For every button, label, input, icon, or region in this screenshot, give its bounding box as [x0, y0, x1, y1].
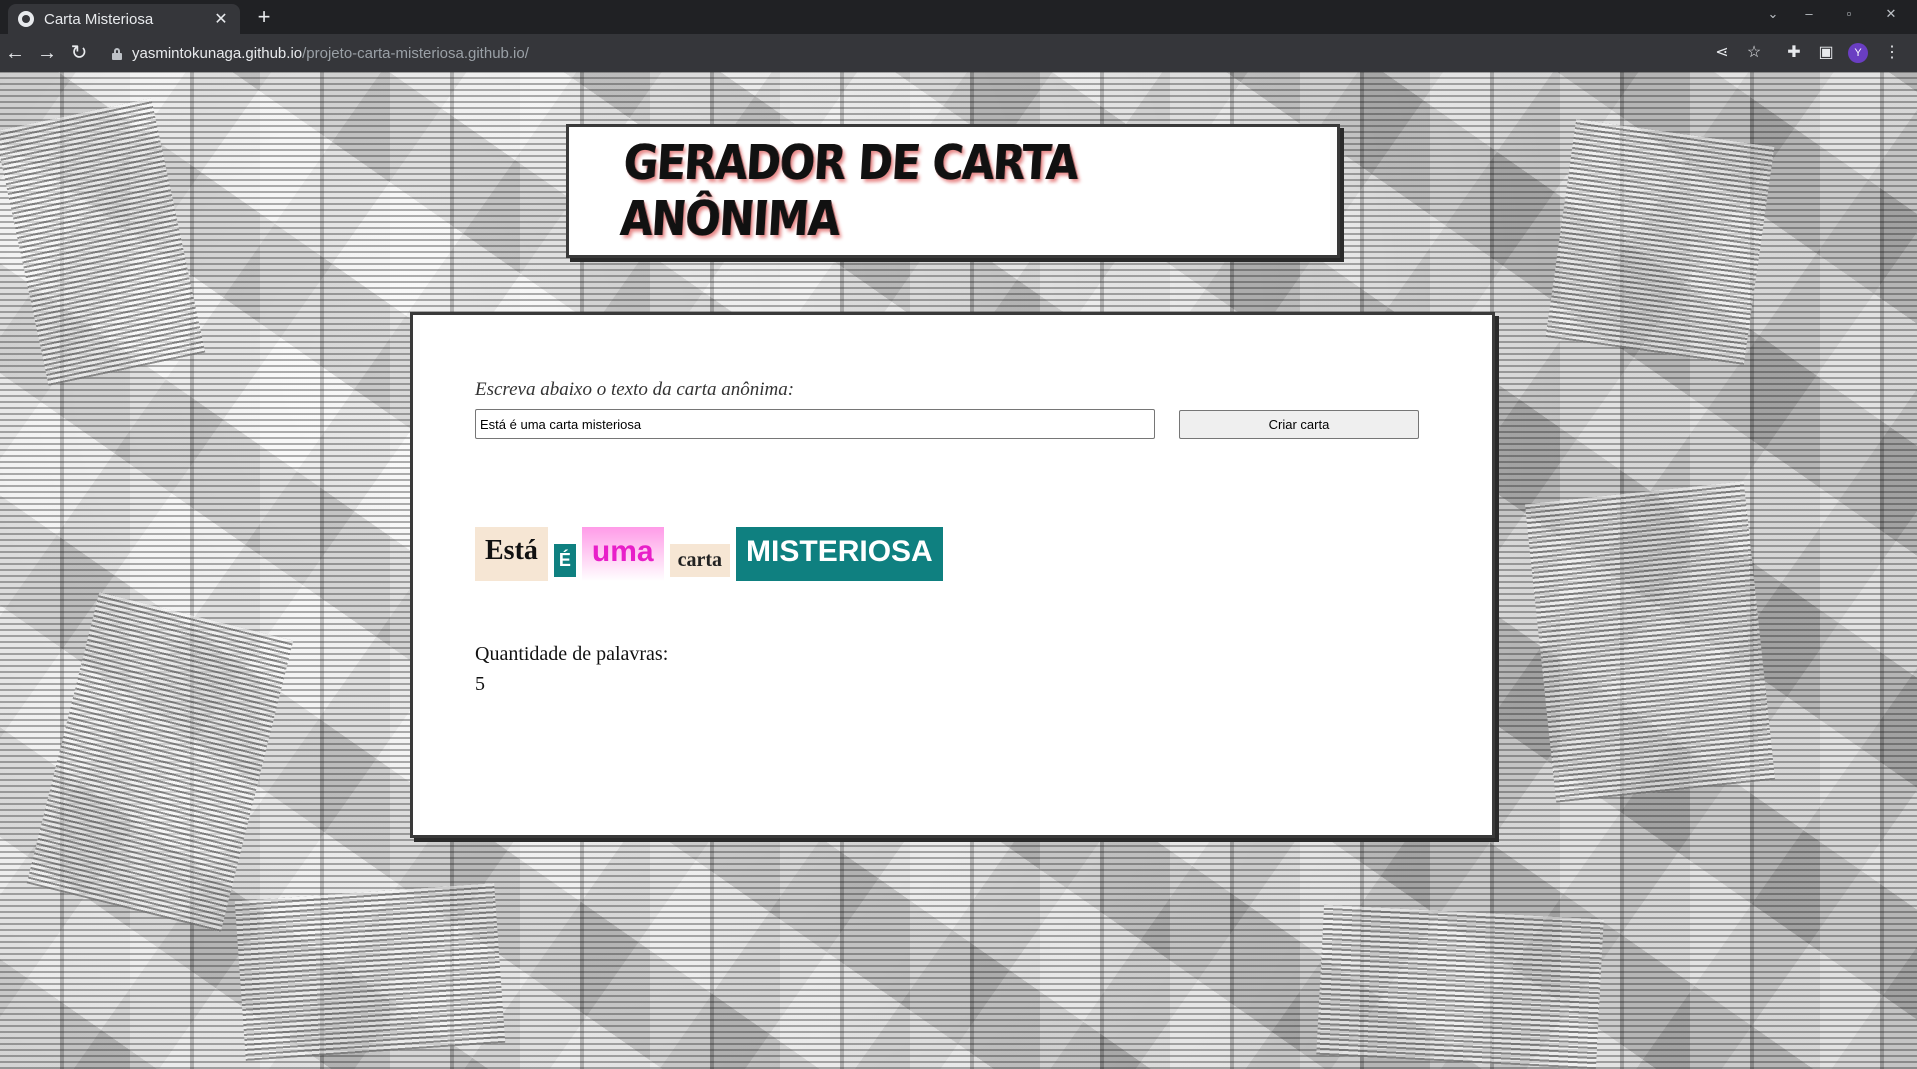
address-bar[interactable]: yasmintokunaga.github.io /projeto-carta-… [104, 38, 1704, 68]
browser-tab[interactable]: Carta Misteriosa ✕ [8, 4, 240, 34]
url-host: yasmintokunaga.github.io [132, 44, 303, 62]
letter-word: uma [581, 527, 664, 581]
minimize-icon[interactable]: – [1796, 6, 1822, 21]
letter-text-input[interactable] [475, 409, 1155, 439]
back-arrow-icon[interactable]: ← [4, 42, 26, 64]
profile-avatar[interactable]: Y [1848, 43, 1868, 63]
generated-letter: Está É uma carta MISTERIOSA [475, 527, 949, 581]
newspaper-background [1545, 119, 1775, 365]
main-card: Escreva abaixo o texto da carta anônima:… [410, 312, 1495, 838]
lock-icon [112, 47, 122, 60]
word-count-label: Quantidade de palavras: [475, 643, 669, 665]
newspaper-background [1316, 904, 1604, 1069]
input-label: Escreva abaixo o texto da carta anônima: [475, 379, 795, 400]
tab-search-icon[interactable]: ⌄ [1760, 6, 1786, 22]
new-tab-button[interactable]: + [252, 5, 276, 29]
reload-icon[interactable]: ↻ [68, 42, 90, 64]
word-count-value: 5 [475, 673, 485, 695]
tab-title: Carta Misteriosa [44, 10, 154, 28]
newspaper-background [234, 883, 506, 1061]
letter-word: É [553, 544, 576, 577]
forward-arrow-icon[interactable]: → [36, 42, 58, 64]
window-close-icon[interactable]: ✕ [1878, 6, 1904, 22]
title-container: GERADOR DE CARTA ANÔNIMA [566, 124, 1340, 258]
browser-toolbar: ← → ↻ yasmintokunaga.github.io /projeto-… [0, 34, 1917, 72]
url-path: /projeto-carta-misteriosa.github.io/ [302, 44, 529, 62]
puzzle-icon[interactable]: ✚ [1784, 43, 1804, 63]
newspaper-background [1524, 481, 1776, 803]
share-icon[interactable]: ⋖ [1712, 43, 1732, 63]
kebab-menu-icon[interactable]: ⋮ [1882, 43, 1902, 63]
restore-icon[interactable]: ▫ [1836, 6, 1862, 21]
newspaper-background [0, 98, 206, 386]
letter-word: MISTERIOSA [736, 527, 943, 581]
letter-word: Está [475, 527, 548, 581]
side-panel-icon[interactable]: ▣ [1816, 43, 1836, 63]
newspaper-background [26, 592, 294, 932]
tab-close-icon[interactable]: ✕ [212, 9, 230, 29]
create-letter-button[interactable]: Criar carta [1179, 410, 1419, 439]
site-favicon-icon [18, 11, 34, 27]
page-title: GERADOR DE CARTA ANÔNIMA [619, 135, 1080, 247]
letter-word: carta [669, 544, 731, 577]
browser-tab-bar: Carta Misteriosa ✕ + ⌄ – ▫ ✕ [0, 0, 1917, 34]
star-icon[interactable]: ☆ [1744, 43, 1764, 63]
